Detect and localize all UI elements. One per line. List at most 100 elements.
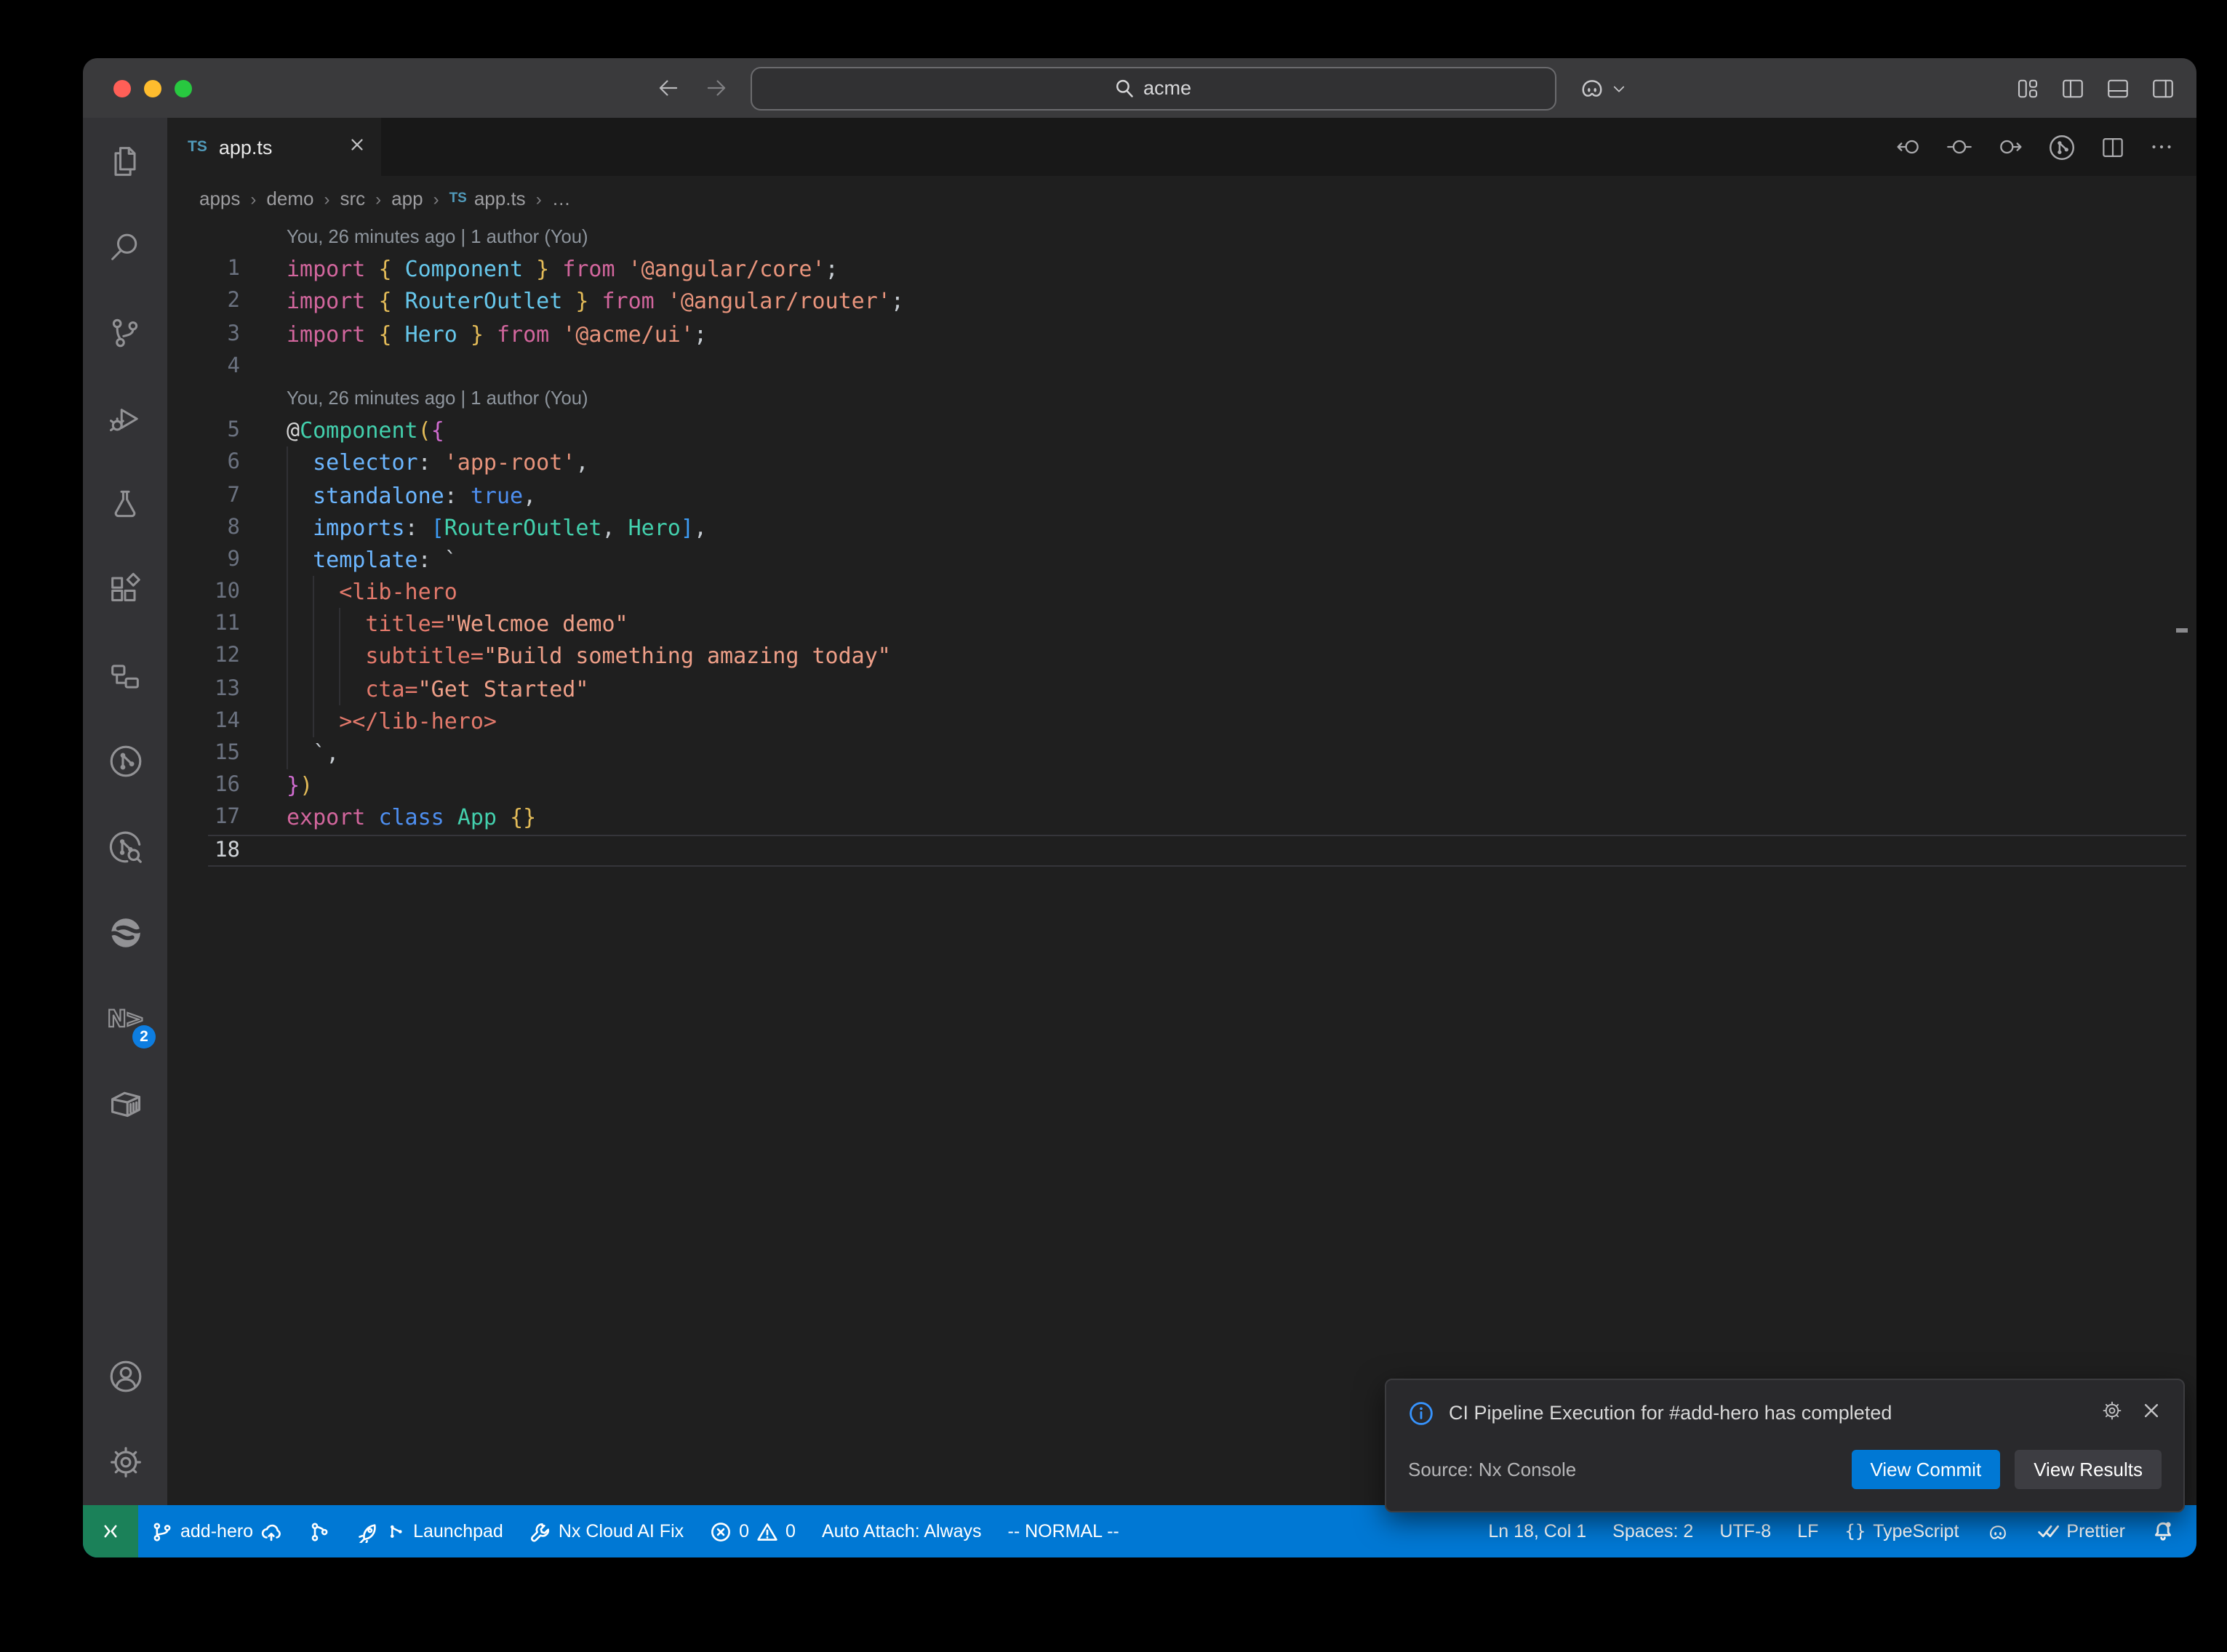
activity-bar-spacer — [83, 1147, 167, 1334]
copilot-status-item[interactable] — [1972, 1505, 2023, 1557]
current-change-icon[interactable] — [1945, 132, 1974, 161]
notifications-status-item[interactable] — [2138, 1505, 2188, 1557]
overview-ruler-mark — [2176, 628, 2188, 633]
next-change-icon[interactable] — [1996, 132, 2025, 161]
indent-guide — [339, 673, 340, 705]
indentation-status-item[interactable]: Spaces: 2 — [1599, 1505, 1706, 1557]
breadcrumb-item-apps[interactable]: apps — [199, 188, 240, 209]
previous-change-icon[interactable] — [1894, 132, 1923, 161]
branch-status-item[interactable]: add-hero — [138, 1505, 295, 1557]
more-actions-icon[interactable] — [2148, 134, 2175, 160]
code-line[interactable]: 2import { RouterOutlet } from '@angular/… — [167, 286, 2196, 318]
cursor-position-status-item[interactable]: Ln 18, Col 1 — [1475, 1505, 1599, 1557]
nx-cloud-status-item[interactable]: Nx Cloud AI Fix — [516, 1505, 697, 1557]
problems-status-item[interactable]: 0 0 — [697, 1505, 809, 1557]
copilot-menu-button[interactable] — [1576, 73, 1626, 103]
sidebar-item-nx-task-graph[interactable] — [83, 804, 167, 890]
code-editor[interactable]: You, 26 minutes ago | 1 author (You)1imp… — [167, 221, 2196, 1505]
close-tab-icon[interactable] — [348, 135, 367, 159]
code-line[interactable]: 6 selector: 'app-root', — [167, 447, 2196, 479]
customize-layout-icon[interactable] — [2015, 75, 2041, 101]
breadcrumb-separator: › — [536, 188, 542, 209]
notification-title: CI Pipeline Execution for #add-hero has … — [1449, 1402, 2086, 1424]
git-blame-lens[interactable]: You, 26 minutes ago | 1 author (You) — [167, 221, 2196, 253]
navigate-back-icon[interactable] — [654, 74, 681, 102]
branch-name: add-hero — [180, 1521, 253, 1541]
code-line[interactable]: 9 template: ` — [167, 544, 2196, 576]
line-number: 7 — [167, 479, 240, 511]
tab-app-ts[interactable]: TS app.ts — [167, 118, 381, 176]
sidebar-item-extensions[interactable] — [83, 547, 167, 633]
nx-console-badge: 2 — [132, 1025, 156, 1048]
code-line[interactable]: 17export class App {} — [167, 802, 2196, 834]
code-line[interactable]: 14 ></lib-hero> — [167, 705, 2196, 737]
sidebar-item-search[interactable] — [83, 204, 167, 289]
code-line[interactable]: 4 — [167, 350, 2196, 382]
vim-mode-status-item[interactable]: -- NORMAL -- — [995, 1505, 1132, 1557]
code-text: selector: 'app-root', — [240, 447, 2196, 479]
sidebar-item-testing[interactable] — [83, 461, 167, 547]
copilot-icon — [1576, 73, 1607, 103]
notification-settings-icon[interactable] — [2100, 1399, 2124, 1427]
sidebar-item-project-structure[interactable] — [83, 633, 167, 718]
split-editor-icon[interactable] — [2099, 133, 2127, 161]
breadcrumb-item-app[interactable]: app — [391, 188, 423, 209]
code-line[interactable]: 3import { Hero } from '@acme/ui'; — [167, 318, 2196, 350]
git-blame-lens[interactable]: You, 26 minutes ago | 1 author (You) — [167, 382, 2196, 414]
language-status-item[interactable]: {} TypeScript — [1831, 1505, 1972, 1557]
title-bar: acme — [83, 58, 2196, 118]
code-line[interactable]: 1import { Component } from '@angular/cor… — [167, 253, 2196, 285]
breadcrumb-item-more[interactable]: … — [552, 188, 571, 209]
eol-status-item[interactable]: LF — [1784, 1505, 1831, 1557]
git-graph-status-item[interactable] — [295, 1505, 343, 1557]
notification-close-icon[interactable] — [2141, 1400, 2162, 1425]
line-number: 18 — [167, 834, 240, 866]
sidebar-item-swirl-extension[interactable] — [83, 890, 167, 976]
code-line[interactable]: 5@Component({ — [167, 414, 2196, 446]
code-line[interactable]: 15 `, — [167, 737, 2196, 769]
code-line[interactable]: 11 title="Welcmoe demo" — [167, 609, 2196, 641]
errors-icon — [710, 1520, 732, 1542]
prettier-status-item[interactable]: Prettier — [2023, 1505, 2138, 1557]
view-commit-button[interactable]: View Commit — [1852, 1450, 2001, 1489]
code-line[interactable]: 13 cta="Get Started" — [167, 673, 2196, 705]
launchpad-status-item[interactable]: Launchpad — [343, 1505, 516, 1557]
view-results-button[interactable]: View Results — [2015, 1450, 2162, 1489]
navigate-forward-icon[interactable] — [702, 74, 729, 102]
code-line[interactable]: 18 — [167, 834, 2196, 866]
indent-guide — [287, 479, 288, 511]
line-number: 4 — [167, 350, 240, 382]
sidebar-item-accounts[interactable] — [83, 1334, 167, 1419]
breadcrumb-item-file[interactable]: TS app.ts — [449, 188, 526, 209]
sidebar-item-explorer[interactable] — [83, 118, 167, 204]
close-window-button[interactable] — [113, 79, 131, 97]
line-number: 11 — [167, 609, 240, 641]
swirl-logo-icon — [105, 913, 145, 953]
breadcrumb-item-src[interactable]: src — [340, 188, 365, 209]
code-line[interactable]: 12 subtitle="Build something amazing tod… — [167, 641, 2196, 673]
sidebar-item-source-control[interactable] — [83, 289, 167, 375]
code-line[interactable]: 16}) — [167, 769, 2196, 801]
sidebar-item-nx-console[interactable]: N> 2 — [83, 976, 167, 1062]
double-check-icon — [2036, 1520, 2059, 1543]
toggle-panel-icon[interactable] — [2105, 75, 2131, 101]
encoding-status-item[interactable]: UTF-8 — [1706, 1505, 1784, 1557]
sidebar-item-containers[interactable] — [83, 1062, 167, 1147]
remote-indicator[interactable] — [83, 1505, 138, 1557]
command-center-search[interactable]: acme — [750, 66, 1556, 110]
code-line[interactable]: 8 imports: [RouterOutlet, Hero], — [167, 511, 2196, 543]
breadcrumb-item-demo[interactable]: demo — [266, 188, 313, 209]
code-line[interactable]: 10 <lib-hero — [167, 576, 2196, 608]
nx-graph-action-icon[interactable] — [2047, 132, 2077, 162]
sidebar-item-run-debug[interactable] — [83, 375, 167, 461]
sidebar-item-settings[interactable] — [83, 1419, 167, 1505]
sidebar-item-nx-project-graph[interactable] — [83, 718, 167, 804]
code-line[interactable]: 7 standalone: true, — [167, 479, 2196, 511]
zoom-window-button[interactable] — [175, 79, 192, 97]
code-text — [240, 834, 2196, 866]
toggle-primary-sidebar-icon[interactable] — [2060, 75, 2086, 101]
minimize-window-button[interactable] — [144, 79, 161, 97]
auto-attach-status-item[interactable]: Auto Attach: Always — [809, 1505, 995, 1557]
toggle-secondary-sidebar-icon[interactable] — [2150, 75, 2176, 101]
code-text: <lib-hero — [240, 576, 2196, 608]
